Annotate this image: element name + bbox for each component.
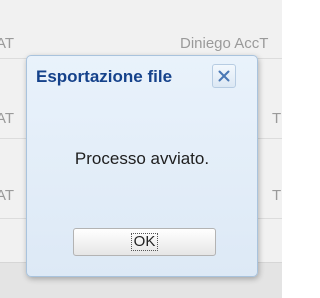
page: AT Diniego AccT AT T AT T Esportazione f… xyxy=(0,0,282,298)
grid-cell-left: AT xyxy=(0,110,15,127)
ok-button[interactable]: OK xyxy=(73,228,216,256)
grid-cell-right: T xyxy=(272,110,282,127)
export-file-dialog: Esportazione file Processo avviato. OK xyxy=(26,55,258,277)
dialog-title: Esportazione file xyxy=(36,67,173,86)
grid-header-cell-right: Diniego AccT xyxy=(180,35,269,52)
ok-button-label: OK xyxy=(130,233,159,251)
grid-header-cell-left: AT xyxy=(0,35,15,52)
close-button[interactable] xyxy=(212,64,236,88)
grid-cell-left: AT xyxy=(0,187,15,204)
close-icon xyxy=(218,70,230,82)
grid-cell-right: T xyxy=(272,187,282,204)
dialog-message: Processo avviato. xyxy=(74,149,210,168)
